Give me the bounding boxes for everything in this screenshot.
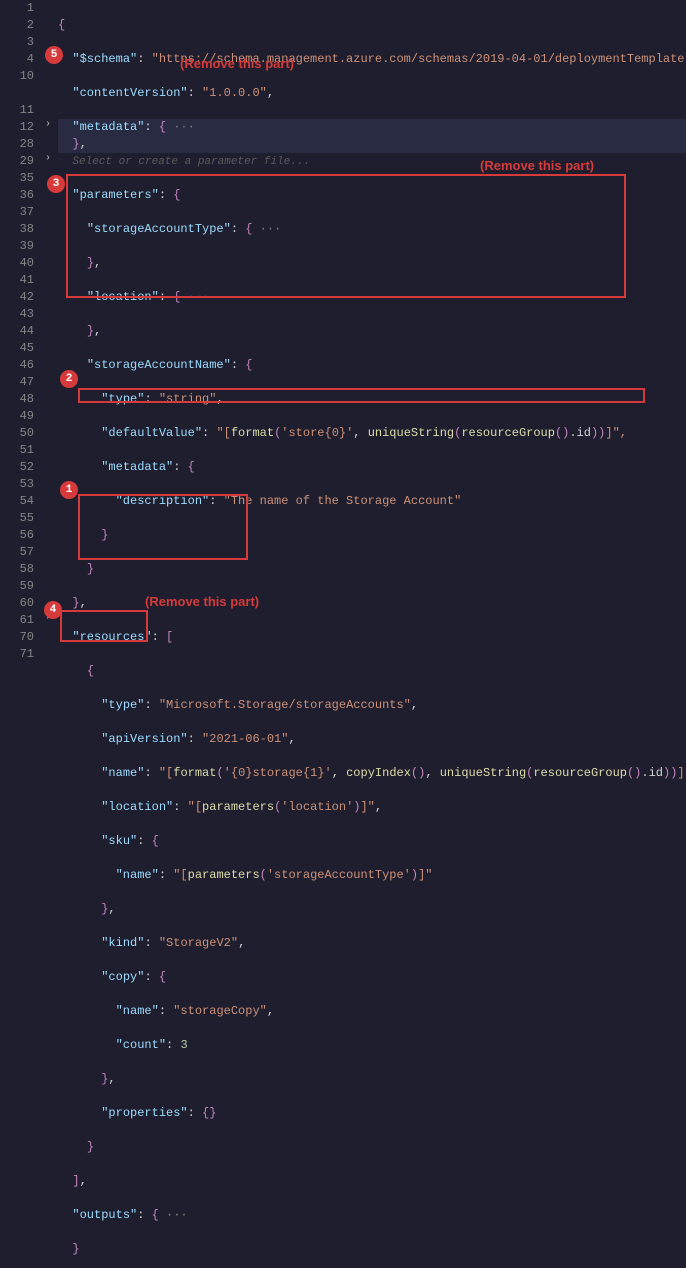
- code-editor: 1 2 3 4 10 11 12 28 29 35 36 37 38 39 40…: [0, 0, 686, 634]
- annotation-remove-1: (Remove this part): [180, 56, 294, 71]
- badge-2: 2: [60, 370, 78, 388]
- chevron-right-icon[interactable]: ›: [42, 119, 54, 136]
- annotation-remove-3: (Remove this part): [145, 594, 259, 609]
- chevron-right-icon[interactable]: ›: [42, 153, 54, 170]
- badge-1: 1: [60, 481, 78, 499]
- code-area[interactable]: { "$schema": "https://schema.management.…: [56, 0, 686, 634]
- fold-column: › › › ›: [42, 0, 56, 634]
- line-gutter: 1 2 3 4 10 11 12 28 29 35 36 37 38 39 40…: [0, 0, 42, 634]
- badge-5: 5: [45, 46, 63, 64]
- annotation-remove-2: (Remove this part): [480, 158, 594, 173]
- parameter-file-hint[interactable]: Select or create a parameter file...: [72, 156, 310, 168]
- badge-3: 3: [47, 175, 65, 193]
- badge-4: 4: [44, 601, 62, 619]
